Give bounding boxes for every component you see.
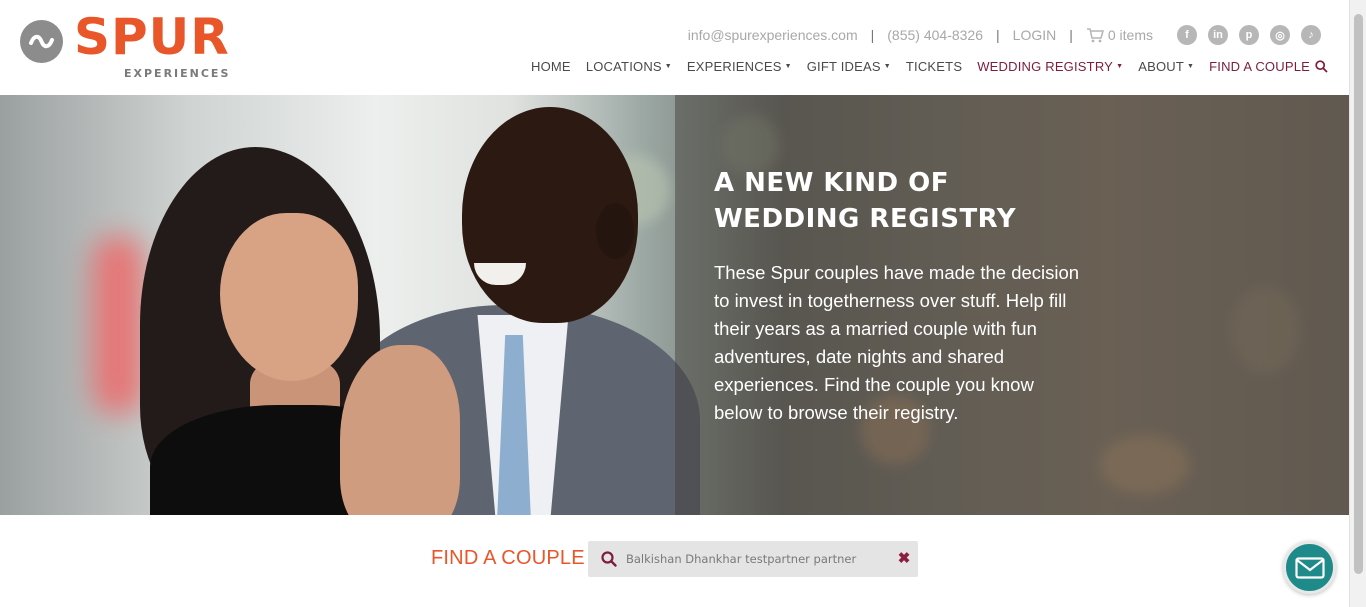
caret-down-icon: ▼ <box>664 63 672 70</box>
cart-count: 0 items <box>1107 27 1153 43</box>
hero-title: A NEW KIND OF WEDDING REGISTRY <box>714 165 1134 237</box>
hero-title-line2: WEDDING REGISTRY <box>714 204 1017 234</box>
logo-subtitle: EXPERIENCES <box>124 67 231 80</box>
pinterest-icon[interactable]: p <box>1239 25 1259 45</box>
caret-down-icon: ▼ <box>1187 63 1195 70</box>
hero-description: These Spur couples have made the decisio… <box>714 262 1080 423</box>
nav-locations[interactable]: LOCATIONS ▼ <box>586 59 672 74</box>
tiktok-icon[interactable]: ♪ <box>1301 25 1321 45</box>
close-icon[interactable]: ✖ <box>895 549 913 567</box>
search-icon <box>1315 60 1328 73</box>
caret-down-icon: ▼ <box>883 63 891 70</box>
social-links: f in p ◎ ♪ <box>1177 25 1321 45</box>
page: SPUR EXPERIENCES info@spurexperiences.co… <box>0 0 1366 607</box>
divider: | <box>996 27 1000 43</box>
nav-home-label: HOME <box>531 59 571 74</box>
email-link[interactable]: info@spurexperiences.com <box>688 27 858 43</box>
woman-shoulder <box>340 345 460 515</box>
woman-face <box>220 213 358 381</box>
spur-logo[interactable]: SPUR EXPERIENCES <box>20 8 260 84</box>
nav-wedding-registry[interactable]: WEDDING REGISTRY ▼ <box>977 59 1123 74</box>
nav-locations-label: LOCATIONS <box>585 59 662 74</box>
instagram-icon[interactable]: ◎ <box>1270 25 1290 45</box>
page-scrollbar[interactable] <box>1349 0 1366 607</box>
login-link[interactable]: LOGIN <box>1013 27 1057 43</box>
nav-find-a-couple[interactable]: FIND A COUPLE <box>1209 59 1328 74</box>
main-nav: HOME LOCATIONS ▼ EXPERIENCES ▼ GIFT IDEAS ▼… <box>531 59 1328 74</box>
nav-tickets-label: TICKETS <box>905 59 963 74</box>
nav-home[interactable]: HOME <box>531 59 571 74</box>
nav-experiences-label: EXPERIENCES <box>686 59 782 74</box>
chat-button[interactable] <box>1283 541 1336 594</box>
divider: | <box>870 27 875 43</box>
mail-icon <box>1294 556 1325 579</box>
site-header: SPUR EXPERIENCES info@spurexperiences.co… <box>0 0 1349 95</box>
couple-search-box: ✖ <box>588 541 918 577</box>
divider: | <box>1069 27 1073 43</box>
nav-experiences[interactable]: EXPERIENCES ▼ <box>687 59 792 74</box>
nav-find-a-couple-label: FIND A COUPLE <box>1209 59 1310 74</box>
nav-about-label: ABOUT <box>1138 59 1184 74</box>
top-utility-bar: info@spurexperiences.com | (855) 404-832… <box>688 25 1321 45</box>
nav-about[interactable]: ABOUT ▼ <box>1138 59 1194 74</box>
phone-link[interactable]: (855) 404-8326 <box>887 27 983 43</box>
search-icon <box>601 551 617 567</box>
nav-gift-ideas[interactable]: GIFT IDEAS ▼ <box>807 59 891 74</box>
nav-gift-ideas-label: GIFT IDEAS <box>806 59 881 74</box>
cart-icon <box>1086 28 1104 43</box>
facebook-icon[interactable]: f <box>1177 25 1197 45</box>
nav-wedding-registry-label: WEDDING REGISTRY <box>977 59 1114 74</box>
logo-wordmark: SPUR <box>74 8 230 66</box>
caret-down-icon: ▼ <box>784 63 792 70</box>
nav-tickets[interactable]: TICKETS <box>906 59 962 74</box>
linkedin-icon[interactable]: in <box>1208 25 1228 45</box>
man-ear <box>596 203 634 259</box>
caret-down-icon: ▼ <box>1116 63 1124 70</box>
find-couple-heading: FIND A COUPLE <box>431 547 585 569</box>
scrollbar-thumb[interactable] <box>1354 14 1363 574</box>
couple-search-input[interactable] <box>626 547 886 571</box>
hero-banner: A NEW KIND OF WEDDING REGISTRY These Spu… <box>0 95 1349 515</box>
cart-link[interactable]: 0 items <box>1086 27 1153 43</box>
neon-light <box>92 235 144 415</box>
logo-wave-icon <box>20 20 63 63</box>
hero-title-line1: A NEW KIND OF <box>714 168 950 198</box>
